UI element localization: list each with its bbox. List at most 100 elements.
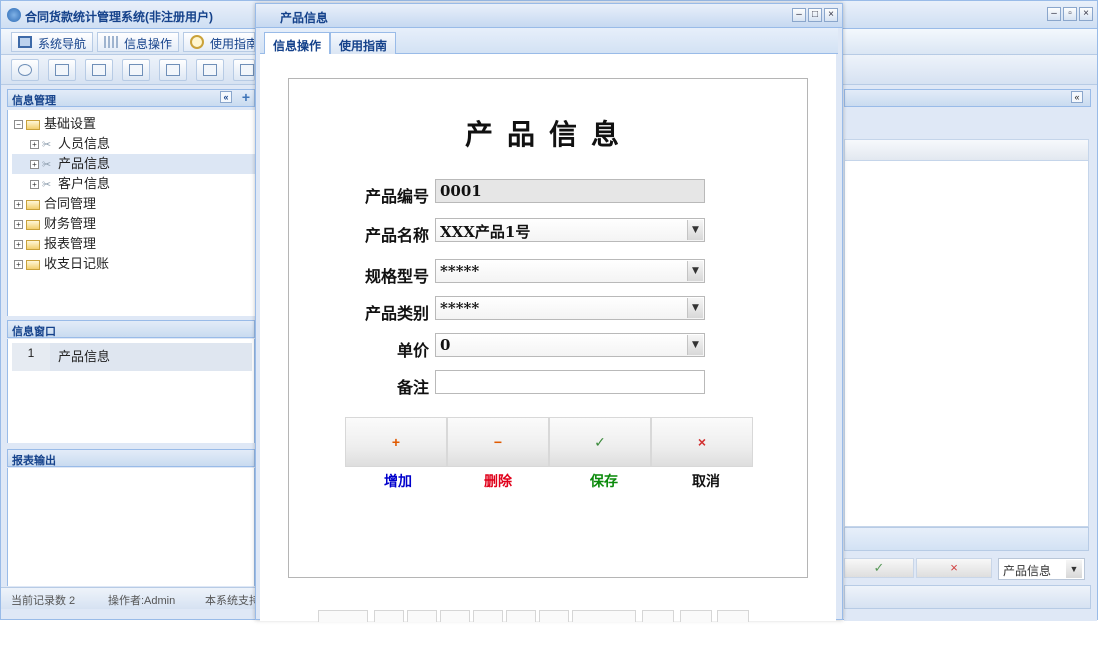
pager-button[interactable] [440, 610, 470, 622]
nav-tab-info-ops[interactable]: 信息操作 [97, 32, 180, 52]
pager-button[interactable] [318, 610, 368, 622]
chevron-down-icon[interactable]: ▼ [687, 220, 703, 240]
collapse-toggle-icon[interactable]: − [14, 120, 23, 130]
expand-toggle-icon[interactable]: + [14, 240, 23, 250]
right-save-button[interactable]: ✓ [844, 558, 914, 578]
select-value: 产品信息 [1003, 564, 1052, 578]
chevron-down-icon[interactable]: ▼ [687, 335, 703, 355]
pager-button[interactable] [539, 610, 569, 622]
pager-button[interactable] [680, 610, 712, 622]
row-number: 1 [12, 343, 50, 371]
field-label: 产品编号 [364, 187, 429, 206]
product-code-field[interactable]: 0001 [435, 179, 705, 203]
expand-toggle-icon[interactable]: + [30, 160, 39, 170]
add-label[interactable]: 增加 [347, 471, 449, 491]
restore-icon[interactable]: ▫ [1063, 7, 1077, 21]
expand-toggle-icon[interactable]: + [30, 140, 39, 150]
save-button[interactable]: ✓ [549, 417, 651, 467]
unit-price-select[interactable]: 0 ▼ [435, 333, 705, 357]
right-cancel-button[interactable]: × [916, 558, 992, 578]
note-field[interactable] [435, 370, 705, 394]
print-icon[interactable] [233, 59, 255, 81]
product-name-select[interactable]: XXX产品1号 ▼ [435, 218, 705, 242]
folder-icon [26, 119, 40, 130]
row-label: 产品信息 [58, 349, 111, 364]
tree-node-staff[interactable]: + ✂ 人员信息 [30, 134, 110, 154]
tree-node-reports[interactable]: + 报表管理 [14, 234, 96, 254]
add-icon[interactable]: + [242, 89, 250, 105]
save-label[interactable]: 保存 [553, 471, 655, 491]
field-value: ***** [440, 299, 480, 317]
document-icon[interactable] [85, 59, 113, 81]
nav-tab-label: 使用指南 [210, 37, 255, 51]
field-label: 备注 [396, 378, 429, 397]
cancel-label[interactable]: 取消 [655, 471, 757, 491]
preview-icon[interactable] [159, 59, 187, 81]
nav-tab-guide[interactable]: 使用指南 [183, 32, 255, 52]
search-icon[interactable] [11, 59, 39, 81]
spec-model-select[interactable]: ***** ▼ [435, 259, 705, 283]
info-window-body: 1 产品信息 [7, 339, 255, 443]
close-icon[interactable]: × [824, 8, 838, 22]
expand-toggle-icon[interactable]: + [14, 220, 23, 230]
delete-label[interactable]: 删除 [447, 471, 549, 491]
support-text: 本系统支持 [205, 595, 255, 607]
delete-button[interactable]: − [447, 417, 549, 467]
user-icon[interactable] [122, 59, 150, 81]
tab-info-ops[interactable]: 信息操作 [264, 32, 331, 54]
pager-button[interactable] [642, 610, 674, 622]
report-output-header: 报表输出 [7, 449, 255, 467]
pager-button[interactable] [572, 610, 636, 622]
tree-node-contracts[interactable]: + 合同管理 [14, 194, 96, 214]
dialog-title: 产品信息 [280, 11, 329, 25]
collapse-icon[interactable]: « [220, 91, 232, 103]
tree-node-product[interactable]: + ✂ 产品信息 [12, 154, 256, 174]
chevron-down-icon[interactable]: ▼ [687, 261, 703, 281]
field-row-note: 备注 [289, 370, 809, 397]
panel-title: 信息窗口 [12, 326, 56, 338]
expand-icon[interactable]: « [1071, 91, 1083, 103]
nav-tab-label: 信息操作 [124, 37, 173, 51]
add-button[interactable]: + [345, 417, 447, 467]
expand-toggle-icon[interactable]: + [14, 260, 23, 270]
field-row-code: 产品编号 0001 [289, 179, 809, 206]
export-icon[interactable] [196, 59, 224, 81]
info-window-header: 信息窗口 [7, 320, 255, 338]
field-label: 产品类别 [364, 304, 429, 323]
product-category-select[interactable]: ***** ▼ [435, 296, 705, 320]
tree-node-customer[interactable]: + ✂ 客户信息 [30, 174, 110, 194]
tab-guide[interactable]: 使用指南 [330, 32, 397, 54]
tree-node-finance[interactable]: + 财务管理 [14, 214, 96, 234]
expand-toggle-icon[interactable]: + [14, 200, 23, 210]
right-panel-select[interactable]: 产品信息 ▼ [998, 558, 1085, 580]
field-label: 单价 [396, 341, 429, 360]
maximize-icon[interactable]: □ [808, 8, 822, 22]
nav-tab-system[interactable]: 系统导航 [11, 32, 94, 52]
tree-node-label: 人员信息 [58, 136, 111, 151]
field-row-name: 产品名称 XXX产品1号 ▼ [289, 218, 809, 245]
expand-toggle-icon[interactable]: + [30, 180, 39, 190]
tree-node-basic-settings[interactable]: − 基础设置 [14, 114, 96, 134]
dialog-tab-bar: 信息操作 使用指南 [260, 28, 838, 54]
close-icon[interactable]: × [1079, 7, 1093, 21]
chevron-down-icon[interactable]: ▼ [687, 298, 703, 318]
operator-label: 操作者:Admin [108, 595, 176, 607]
cancel-button[interactable]: × [651, 417, 753, 467]
list-item[interactable]: 1 产品信息 [12, 343, 252, 371]
pager-button[interactable] [506, 610, 536, 622]
pager-button[interactable] [374, 610, 404, 622]
tree-node-label: 产品信息 [58, 156, 111, 171]
pager-button[interactable] [407, 610, 437, 622]
dialog-title-bar: 产品信息 – □ × [256, 4, 842, 28]
dialog-window-controls: – □ × [792, 8, 838, 22]
nav-tab-label: 系统导航 [38, 37, 87, 51]
list-icon[interactable] [48, 59, 76, 81]
tree-node-journal[interactable]: + 收支日记账 [14, 254, 109, 274]
pager-button[interactable] [473, 610, 503, 622]
panel-title: 报表输出 [12, 455, 56, 467]
minimize-icon[interactable]: – [792, 8, 806, 22]
minimize-icon[interactable]: – [1047, 7, 1061, 21]
check-icon: ✓ [594, 434, 606, 450]
tools-icon: ✂ [42, 138, 52, 151]
pager-button[interactable] [717, 610, 749, 622]
